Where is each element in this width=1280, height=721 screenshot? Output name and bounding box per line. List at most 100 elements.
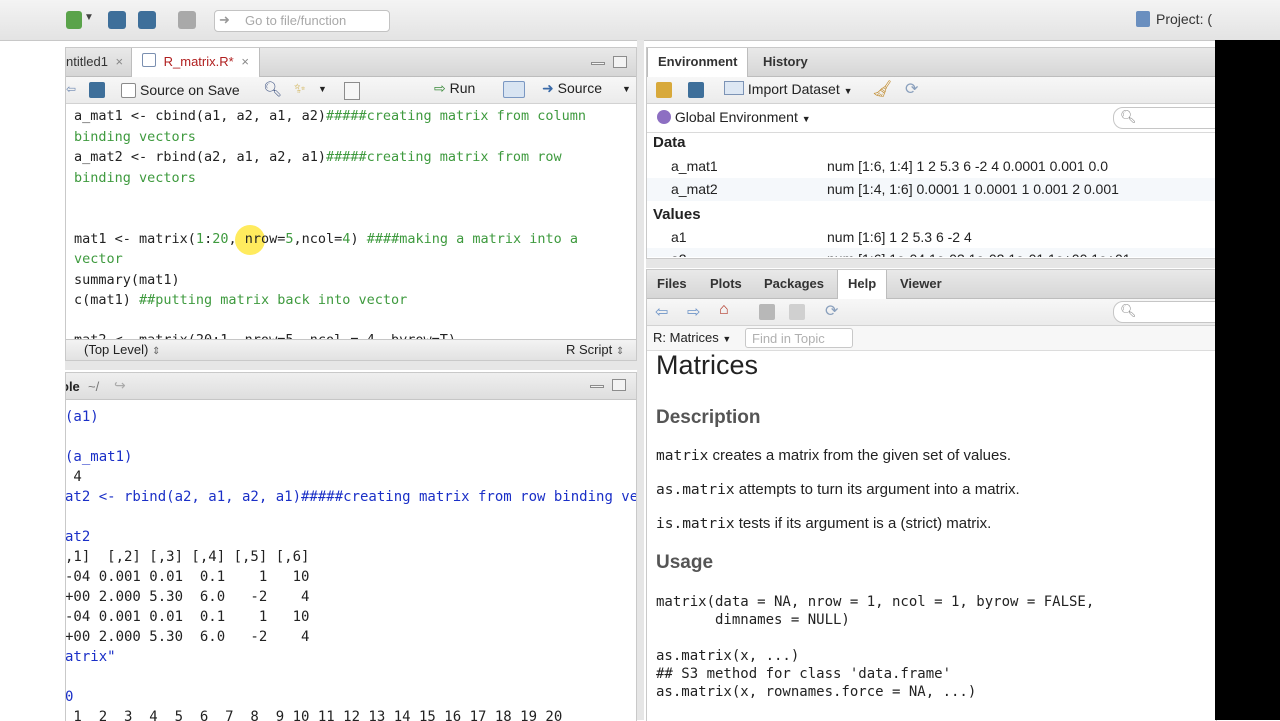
source-arrow-icon: ➜ [542, 80, 554, 96]
search-icon[interactable]: 🔍︎ [263, 80, 282, 98]
horizontal-splitter-right[interactable] [646, 259, 1215, 268]
code-line: vector [74, 251, 123, 267]
help-topic-bar: R: Matrices ▼ Find in Topic [647, 326, 1216, 351]
save-icon[interactable] [108, 11, 126, 29]
source-editor-pane: ntitled1 × R_matrix.R* × ⇦ Source on Sav… [65, 47, 637, 361]
home-icon[interactable]: ⌂ [719, 301, 729, 319]
console-line: atrix" [65, 649, 116, 665]
environment-toolbar: Import Dataset ▼ 🧹︎ ⟳ [647, 77, 1216, 104]
console-pane: ole ~/ ↪ (a1) (a_mat1) 4 at2 <- rbind(a2, … [65, 372, 637, 721]
save-workspace-icon[interactable] [688, 82, 704, 98]
file-type-dropdown[interactable]: R Script ⇕ [566, 342, 624, 357]
help-topic-label: R: Matrices [653, 330, 719, 345]
run-button[interactable]: ⇨ Run [434, 80, 475, 97]
minimize-icon[interactable] [591, 62, 605, 65]
updown-icon: ⇕ [151, 346, 161, 357]
refresh-icon[interactable]: ⟳ [825, 301, 838, 321]
close-icon[interactable]: × [241, 54, 249, 69]
console-title: ole [66, 379, 80, 394]
rerun-icon[interactable] [503, 81, 525, 98]
tab-help[interactable]: Help [837, 270, 888, 299]
env-row-a-mat2[interactable]: a_mat2 num [1:4, 1:6] 0.0001 1 0.0001 1 … [647, 178, 1216, 201]
tab-packages[interactable]: Packages [754, 270, 834, 298]
broom-icon[interactable]: 🧹︎ [872, 79, 892, 99]
env-row-a2[interactable]: a2 num [1:6] 1e-04 1e-03 1e-02 1e-01 1e+… [647, 248, 1216, 257]
code-line: a_mat1 <- cbind(a1, a2, a1, a2)#####crea… [74, 108, 587, 124]
dropdown-arrow-icon[interactable]: ▼ [84, 12, 94, 23]
import-dataset-button[interactable]: Import Dataset ▼ [724, 81, 853, 97]
minimize-icon[interactable] [590, 385, 604, 388]
environment-tabbar: Environment History [647, 48, 1216, 77]
main-toolbar: ▼ ➜ Go to file/function Project: ( [0, 0, 1280, 41]
chevron-down-icon: ▼ [843, 86, 853, 96]
project-menu[interactable]: Project: ( [1136, 11, 1212, 27]
close-icon[interactable]: × [116, 54, 124, 69]
tab-files[interactable]: Files [647, 270, 697, 298]
scope-label: (Top Level) [84, 342, 149, 357]
console-line: ,1] [,2] [,3] [,4] [,5] [,6] [65, 549, 310, 565]
usage-line: matrix(data = NA, nrow = 1, ncol = 1, by… [656, 594, 1095, 610]
horizontal-splitter-left[interactable] [65, 361, 637, 370]
values-section-header: Values [653, 206, 701, 223]
help-search-input[interactable]: 🔍︎ [1113, 301, 1216, 323]
console-line: at2 [65, 529, 91, 545]
code-line: a_mat2 <- rbind(a2, a1, a2, a1)#####crea… [74, 149, 562, 165]
chevron-down-icon[interactable]: ▼ [318, 84, 327, 94]
source-on-save-checkbox[interactable] [121, 83, 136, 98]
help-title: Matrices [656, 350, 759, 380]
tab-label: ntitled1 [66, 54, 108, 69]
scope-dropdown[interactable]: (Top Level) ⇕ [84, 342, 160, 357]
search-icon: 🔍︎ [1120, 109, 1137, 124]
goto-arrow-icon: ➜ [219, 12, 230, 27]
scope-label: Global Environment [674, 109, 798, 125]
run-label: Run [449, 80, 476, 96]
env-row-name: a_mat2 [671, 181, 718, 197]
env-row-name: a_mat1 [671, 158, 718, 174]
console-line: 4 [65, 469, 82, 485]
tab-history[interactable]: History [753, 48, 818, 76]
env-row-value: num [1:4, 1:6] 0.0001 1 0.0001 1 0.001 2… [827, 181, 1119, 197]
tab-plots[interactable]: Plots [700, 270, 752, 298]
maximize-icon[interactable] [612, 379, 626, 391]
source-label: Source [557, 80, 602, 96]
goto-file-input[interactable]: ➜ Go to file/function [214, 10, 390, 32]
save-all-icon[interactable] [138, 11, 156, 29]
environment-pane: Environment History Import Dataset ▼ 🧹︎ … [646, 47, 1217, 259]
help-topic-dropdown[interactable]: R: Matrices ▼ [653, 330, 731, 345]
maximize-icon[interactable] [613, 56, 627, 68]
load-workspace-icon[interactable] [656, 82, 672, 98]
refresh-icon[interactable]: ⟳ [905, 79, 918, 99]
updown-icon: ⇕ [615, 346, 625, 357]
tab-untitled1[interactable]: ntitled1 × [66, 48, 133, 76]
new-file-icon[interactable] [66, 11, 82, 29]
tab-r-matrix[interactable]: R_matrix.R* × [131, 48, 260, 77]
tab-environment[interactable]: Environment [647, 48, 749, 77]
back-arrow-icon[interactable]: ⇦ [655, 302, 668, 322]
tab-viewer[interactable]: Viewer [890, 270, 952, 298]
environment-scope-bar: Global Environment ▼ 🔍︎ [647, 104, 1216, 133]
env-row-name: a2 [671, 248, 687, 257]
global-environment-dropdown[interactable]: Global Environment ▼ [657, 109, 811, 125]
go-to-directory-icon[interactable]: ↪ [114, 377, 126, 394]
chevron-down-icon: ▼ [801, 114, 811, 124]
code-tools-icon[interactable]: ✨︎ [294, 80, 306, 97]
run-arrow-icon: ⇨ [434, 80, 446, 96]
vertical-splitter[interactable] [637, 40, 644, 720]
source-button[interactable]: ➜ Source [542, 80, 602, 97]
env-row-a1[interactable]: a1 num [1:6] 1 2 5.3 6 -2 4 [647, 226, 1216, 249]
editor-tabbar: ntitled1 × R_matrix.R* × [66, 48, 636, 77]
chevron-down-icon[interactable]: ▼ [622, 84, 631, 94]
back-icon[interactable]: ⇦ [66, 82, 76, 96]
save-icon[interactable] [89, 82, 105, 98]
help-tabbar: Files Plots Packages Help Viewer [647, 270, 1216, 299]
print-icon[interactable] [759, 304, 775, 320]
open-in-window-icon[interactable] [789, 304, 805, 320]
environment-search-input[interactable]: 🔍︎ [1113, 107, 1216, 129]
find-in-topic-input[interactable]: Find in Topic [745, 328, 853, 348]
env-row-a-mat1[interactable]: a_mat1 num [1:6, 1:4] 1 2 5.3 6 -2 4 0.0… [647, 155, 1216, 178]
file-type-label: R Script [566, 342, 613, 357]
print-icon[interactable] [178, 11, 196, 29]
code-line: binding vectors [74, 170, 196, 186]
compile-report-icon[interactable] [344, 82, 360, 100]
forward-arrow-icon[interactable]: ⇨ [687, 302, 700, 322]
